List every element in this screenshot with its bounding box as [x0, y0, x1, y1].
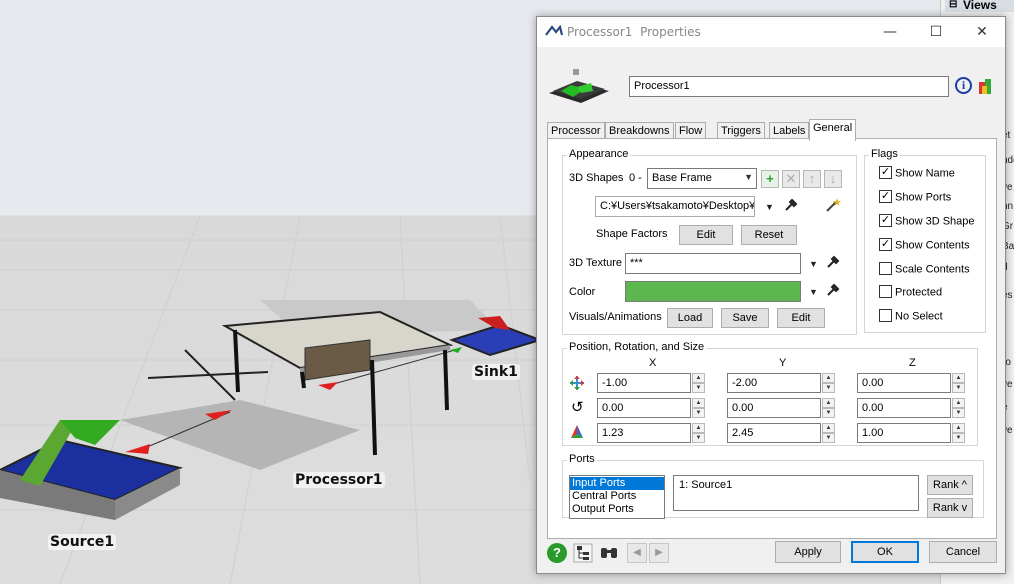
- close-button[interactable]: ✕: [959, 17, 1005, 47]
- list-item[interactable]: Central Ports: [570, 490, 664, 503]
- eyedropper-icon[interactable]: [783, 197, 799, 213]
- sink-label[interactable]: Sink1: [472, 364, 520, 380]
- checkbox[interactable]: [879, 309, 892, 322]
- eyedropper-icon[interactable]: [825, 282, 841, 298]
- ok-button[interactable]: OK: [851, 541, 919, 563]
- previous-icon[interactable]: ◀: [627, 543, 647, 563]
- list-item[interactable]: Output Ports: [570, 503, 664, 516]
- checkbox[interactable]: [879, 285, 892, 298]
- tab-general[interactable]: General: [809, 119, 857, 141]
- size-x-spinner[interactable]: 1.23 ▲ ▼: [597, 423, 706, 443]
- rotation-y-spinner[interactable]: 0.00 ▲ ▼: [727, 398, 836, 418]
- size-icon: [571, 425, 583, 438]
- load-button[interactable]: Load: [667, 308, 713, 328]
- flag-protected[interactable]: Protected: [879, 285, 942, 302]
- flag-show-contents[interactable]: ✓ Show Contents: [879, 238, 970, 255]
- flags-group: Flags ✓ Show Name ✓ Show Ports ✓ Show 3D Sh…: [864, 148, 986, 333]
- next-icon[interactable]: ▶: [649, 543, 669, 563]
- ports-group: Ports Input Ports Central Ports Output P…: [562, 453, 984, 519]
- title-bar[interactable]: Processor1 Properties — ☐ ✕: [537, 17, 1005, 47]
- flag-show-3d-shape[interactable]: ✓ Show 3D Shape: [879, 214, 975, 231]
- texture-input[interactable]: ***: [625, 253, 801, 274]
- texture-dropdown-icon[interactable]: ▼: [809, 259, 818, 269]
- z-column-label: Z: [909, 357, 916, 369]
- flags-title: Flags: [869, 148, 900, 160]
- rank-down-button[interactable]: Rank v: [927, 498, 973, 518]
- position-y-spinner[interactable]: -2.00 ▲ ▼: [727, 373, 836, 393]
- color-swatch[interactable]: [625, 281, 801, 302]
- help-icon[interactable]: ?: [547, 543, 567, 563]
- list-item[interactable]: Input Ports: [570, 477, 664, 490]
- port-arrow-icon: [125, 444, 150, 454]
- save-button[interactable]: Save: [721, 308, 769, 328]
- visuals-edit-button[interactable]: Edit: [777, 308, 825, 328]
- position-x-spinner[interactable]: -1.00 ▲ ▼: [597, 373, 706, 393]
- views-panel-title[interactable]: ⊟ Views: [945, 0, 1014, 12]
- shape-factors-reset-button[interactable]: Reset: [741, 225, 797, 245]
- cancel-button[interactable]: Cancel: [929, 541, 997, 563]
- x-column-label: X: [649, 357, 657, 369]
- rotation-x-spinner[interactable]: 0.00 ▲ ▼: [597, 398, 706, 418]
- list-item[interactable]: 1: Source1: [677, 479, 915, 492]
- move-down-icon[interactable]: ↓: [824, 170, 842, 188]
- color-dropdown-icon[interactable]: ▼: [809, 287, 818, 297]
- position-icon: [570, 376, 584, 390]
- object-documentation-icon[interactable]: [977, 77, 993, 95]
- checkbox[interactable]: ✓: [879, 190, 892, 203]
- collapse-icon: ⊟: [949, 0, 958, 10]
- shape-index-label: 0 -: [629, 172, 642, 184]
- checkbox[interactable]: [879, 262, 892, 275]
- position-rotation-size-group: Position, Rotation, and Size X Y Z -1.00…: [562, 341, 978, 446]
- flag-show-ports[interactable]: ✓ Show Ports: [879, 190, 951, 207]
- visuals-animations-label: Visuals/Animations: [569, 311, 662, 323]
- size-y-spinner[interactable]: 2.45 ▲ ▼: [727, 423, 836, 443]
- properties-dialog: Processor1 Properties — ☐ ✕ Processor1 i…: [536, 16, 1006, 574]
- info-icon[interactable]: i: [955, 77, 972, 94]
- rotation-icon: ↺: [571, 399, 584, 416]
- shape-select[interactable]: Base Frame ▼: [647, 168, 757, 189]
- maximize-button[interactable]: ☐: [913, 17, 959, 47]
- flexsim-logo-icon: [545, 25, 563, 36]
- processor-label[interactable]: Processor1: [293, 472, 385, 488]
- checkbox[interactable]: ✓: [879, 214, 892, 227]
- find-icon[interactable]: [599, 543, 619, 563]
- move-up-icon[interactable]: ↑: [803, 170, 821, 188]
- rotation-z-spinner[interactable]: 0.00 ▲ ▼: [857, 398, 966, 418]
- 3d-texture-label: 3D Texture: [569, 257, 622, 269]
- object-name-input[interactable]: Processor1: [629, 76, 949, 97]
- appearance-title: Appearance: [567, 148, 631, 160]
- flag-scale-contents[interactable]: Scale Contents: [879, 262, 970, 279]
- dialog-title: Processor1 Properties: [567, 25, 701, 39]
- flag-show-name[interactable]: ✓ Show Name: [879, 166, 955, 183]
- tree-view-icon[interactable]: [573, 543, 593, 563]
- shape-file-path[interactable]: C:¥Users¥tsakamoto¥Desktop¥: [595, 196, 755, 217]
- color-label: Color: [569, 286, 596, 298]
- processor-thumbnail-icon: [549, 69, 609, 103]
- add-shape-icon[interactable]: +: [761, 170, 779, 188]
- checkbox[interactable]: ✓: [879, 238, 892, 251]
- rank-up-button[interactable]: Rank ^: [927, 475, 973, 495]
- port-connections-list[interactable]: 1: Source1: [673, 475, 919, 511]
- minimize-button[interactable]: —: [867, 17, 913, 47]
- size-z-spinner[interactable]: 1.00 ▲ ▼: [857, 423, 966, 443]
- prs-title: Position, Rotation, and Size: [567, 341, 707, 353]
- shape-factors-label: Shape Factors: [596, 228, 668, 240]
- wand-icon[interactable]: [825, 197, 841, 213]
- apply-button[interactable]: Apply: [775, 541, 841, 563]
- delete-shape-icon[interactable]: ✕: [782, 170, 800, 188]
- ports-title: Ports: [567, 453, 597, 465]
- shape-factors-edit-button[interactable]: Edit: [679, 225, 733, 245]
- appearance-group: Appearance 3D Shapes 0 - Base Frame ▼ + ✕…: [562, 148, 857, 335]
- y-column-label: Y: [779, 357, 787, 369]
- 3d-shapes-label: 3D Shapes: [569, 172, 624, 184]
- position-z-spinner[interactable]: 0.00 ▲ ▼: [857, 373, 966, 393]
- checkbox[interactable]: ✓: [879, 166, 892, 179]
- port-type-list[interactable]: Input Ports Central Ports Output Ports: [569, 475, 665, 519]
- general-tab-page: Appearance 3D Shapes 0 - Base Frame ▼ + ✕…: [547, 138, 997, 539]
- eyedropper-icon[interactable]: [825, 254, 841, 270]
- source-label[interactable]: Source1: [48, 534, 117, 550]
- path-dropdown-icon[interactable]: ▼: [765, 202, 774, 212]
- flag-no-select[interactable]: No Select: [879, 309, 943, 326]
